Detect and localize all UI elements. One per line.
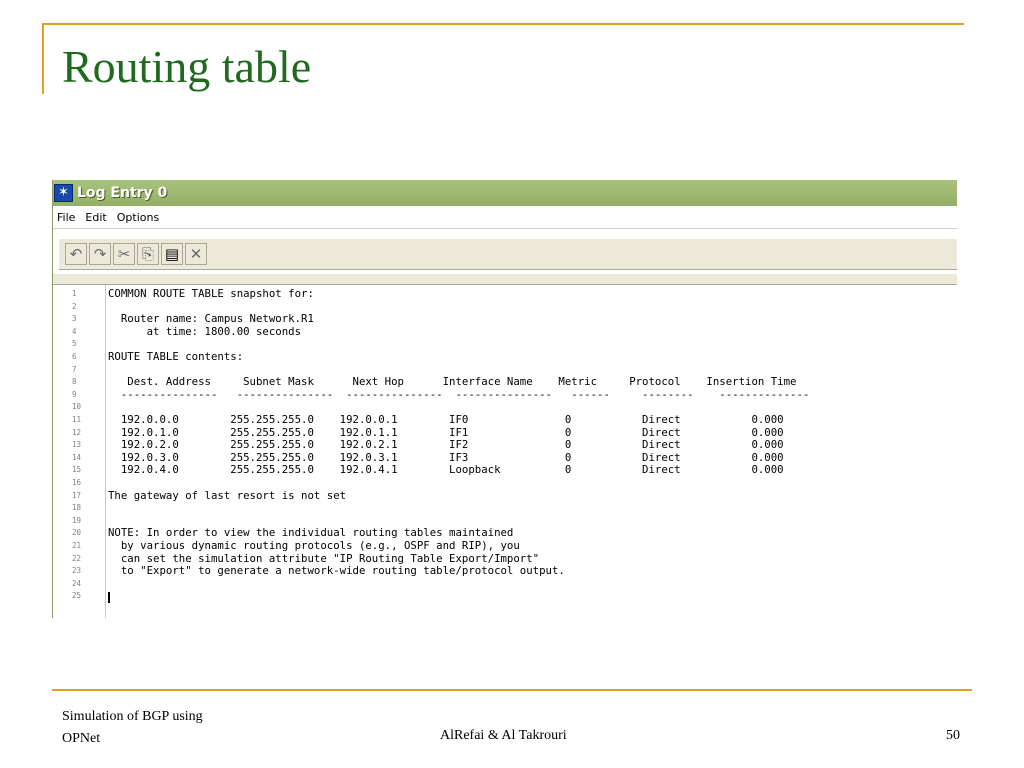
line-number-gutter: 1 2 3 4 5 6 7 8 9 10 11 12 13 14 15 16 17 18 19 20 21 22 23 24 2… (53, 285, 106, 618)
log-line: The gateway of last resort is not set (108, 488, 347, 502)
copy-icon: ⎘ (141, 245, 154, 263)
line-number: 5 (72, 339, 77, 349)
paste-icon: ▤ (164, 245, 180, 263)
log-entry-window: ✶ Log Entry 0 File Edit Options ↶ ↷ ✂ ⎘ … (52, 180, 957, 618)
app-icon: ✶ (54, 184, 73, 202)
line-number: 13 (72, 440, 82, 450)
delete-button[interactable]: ✕ (185, 243, 207, 265)
line-number: 24 (72, 578, 82, 588)
log-line: at time: 1800.00 seconds (108, 324, 302, 338)
cut-button[interactable]: ✂ (113, 243, 135, 265)
line-number: 15 (72, 465, 82, 475)
line-number: 20 (72, 528, 82, 538)
log-line: --------------- --------------- --------… (108, 387, 810, 401)
line-number: 17 (72, 490, 82, 500)
footer-rule (52, 689, 972, 691)
line-number: 25 (72, 591, 82, 601)
log-line: to "Export" to generate a network-wide r… (108, 564, 565, 578)
redo-button[interactable]: ↷ (89, 243, 111, 265)
log-line: Dest. Address Subnet Mask Next Hop Inter… (108, 375, 797, 389)
line-number: 23 (72, 566, 82, 576)
log-line: Router name: Campus Network.R1 (108, 312, 314, 326)
undo-icon: ↶ (69, 245, 83, 263)
undo-button[interactable]: ↶ (65, 243, 87, 265)
page-number: 50 (946, 728, 960, 743)
line-number: 9 (72, 389, 77, 399)
line-number: 7 (72, 364, 77, 374)
line-number: 10 (72, 402, 82, 412)
title-left-rule (42, 23, 44, 94)
paste-button[interactable]: ▤ (161, 243, 183, 265)
log-line: by various dynamic routing protocols (e.… (108, 539, 520, 552)
log-text-editor[interactable]: 1 2 3 4 5 6 7 8 9 10 11 12 13 14 15 16 17 18 19 20 21 22 23 24 2… (53, 284, 957, 618)
line-number: 12 (72, 427, 82, 437)
line-number: 11 (72, 415, 82, 424)
log-line: ROUTE TABLE contents: (108, 350, 244, 363)
line-number: 3 (72, 314, 77, 324)
toolbar: ↶ ↷ ✂ ⎘ ▤ ✕ (59, 238, 957, 270)
log-line: 192.0.4.0 255.255.255.0 192.0.4.1 Loopba… (108, 463, 784, 477)
log-line: 192.0.2.0 255.255.255.0 192.0.2.1 IF2 0 … (108, 438, 784, 452)
footer-left-line2: OPNet (62, 731, 101, 746)
line-number: 8 (72, 377, 77, 387)
copy-button[interactable]: ⎘ (137, 243, 159, 265)
slide-title: Routing table (62, 41, 312, 92)
footer-left-line1: Simulation of BGP using (62, 709, 203, 724)
window-titlebar[interactable]: ✶ Log Entry 0 (53, 180, 957, 206)
window-title: Log Entry 0 (77, 185, 168, 201)
line-number: 2 (72, 301, 77, 311)
line-number: 6 (72, 352, 77, 361)
log-line: COMMON ROUTE TABLE snapshot for: (108, 287, 314, 300)
menu-options[interactable]: Options (112, 211, 164, 224)
line-number: 18 (72, 503, 82, 513)
line-number: 16 (72, 478, 82, 487)
redo-icon: ↷ (93, 245, 107, 263)
footer-left: Simulation of BGP using OPNet (62, 706, 262, 750)
title-top-rule (42, 23, 964, 25)
delete-icon: ✕ (189, 245, 203, 263)
menu-edit[interactable]: Edit (80, 211, 111, 224)
line-number: 1 (72, 289, 77, 298)
line-number: 19 (72, 515, 82, 525)
cut-icon: ✂ (117, 245, 131, 263)
line-number: 22 (72, 553, 82, 563)
text-caret (108, 592, 110, 603)
line-number: 21 (72, 541, 82, 550)
line-number: 4 (72, 326, 77, 336)
menu-file[interactable]: File (53, 211, 80, 224)
menubar: File Edit Options (53, 206, 957, 229)
footer-authors: AlRefai & Al Takrouri (440, 728, 567, 743)
log-line: 192.0.0.0 255.255.255.0 192.0.0.1 IF0 0 … (108, 413, 784, 426)
line-number: 14 (72, 452, 82, 462)
toolbar-area: ↶ ↷ ✂ ⎘ ▤ ✕ (53, 229, 957, 274)
